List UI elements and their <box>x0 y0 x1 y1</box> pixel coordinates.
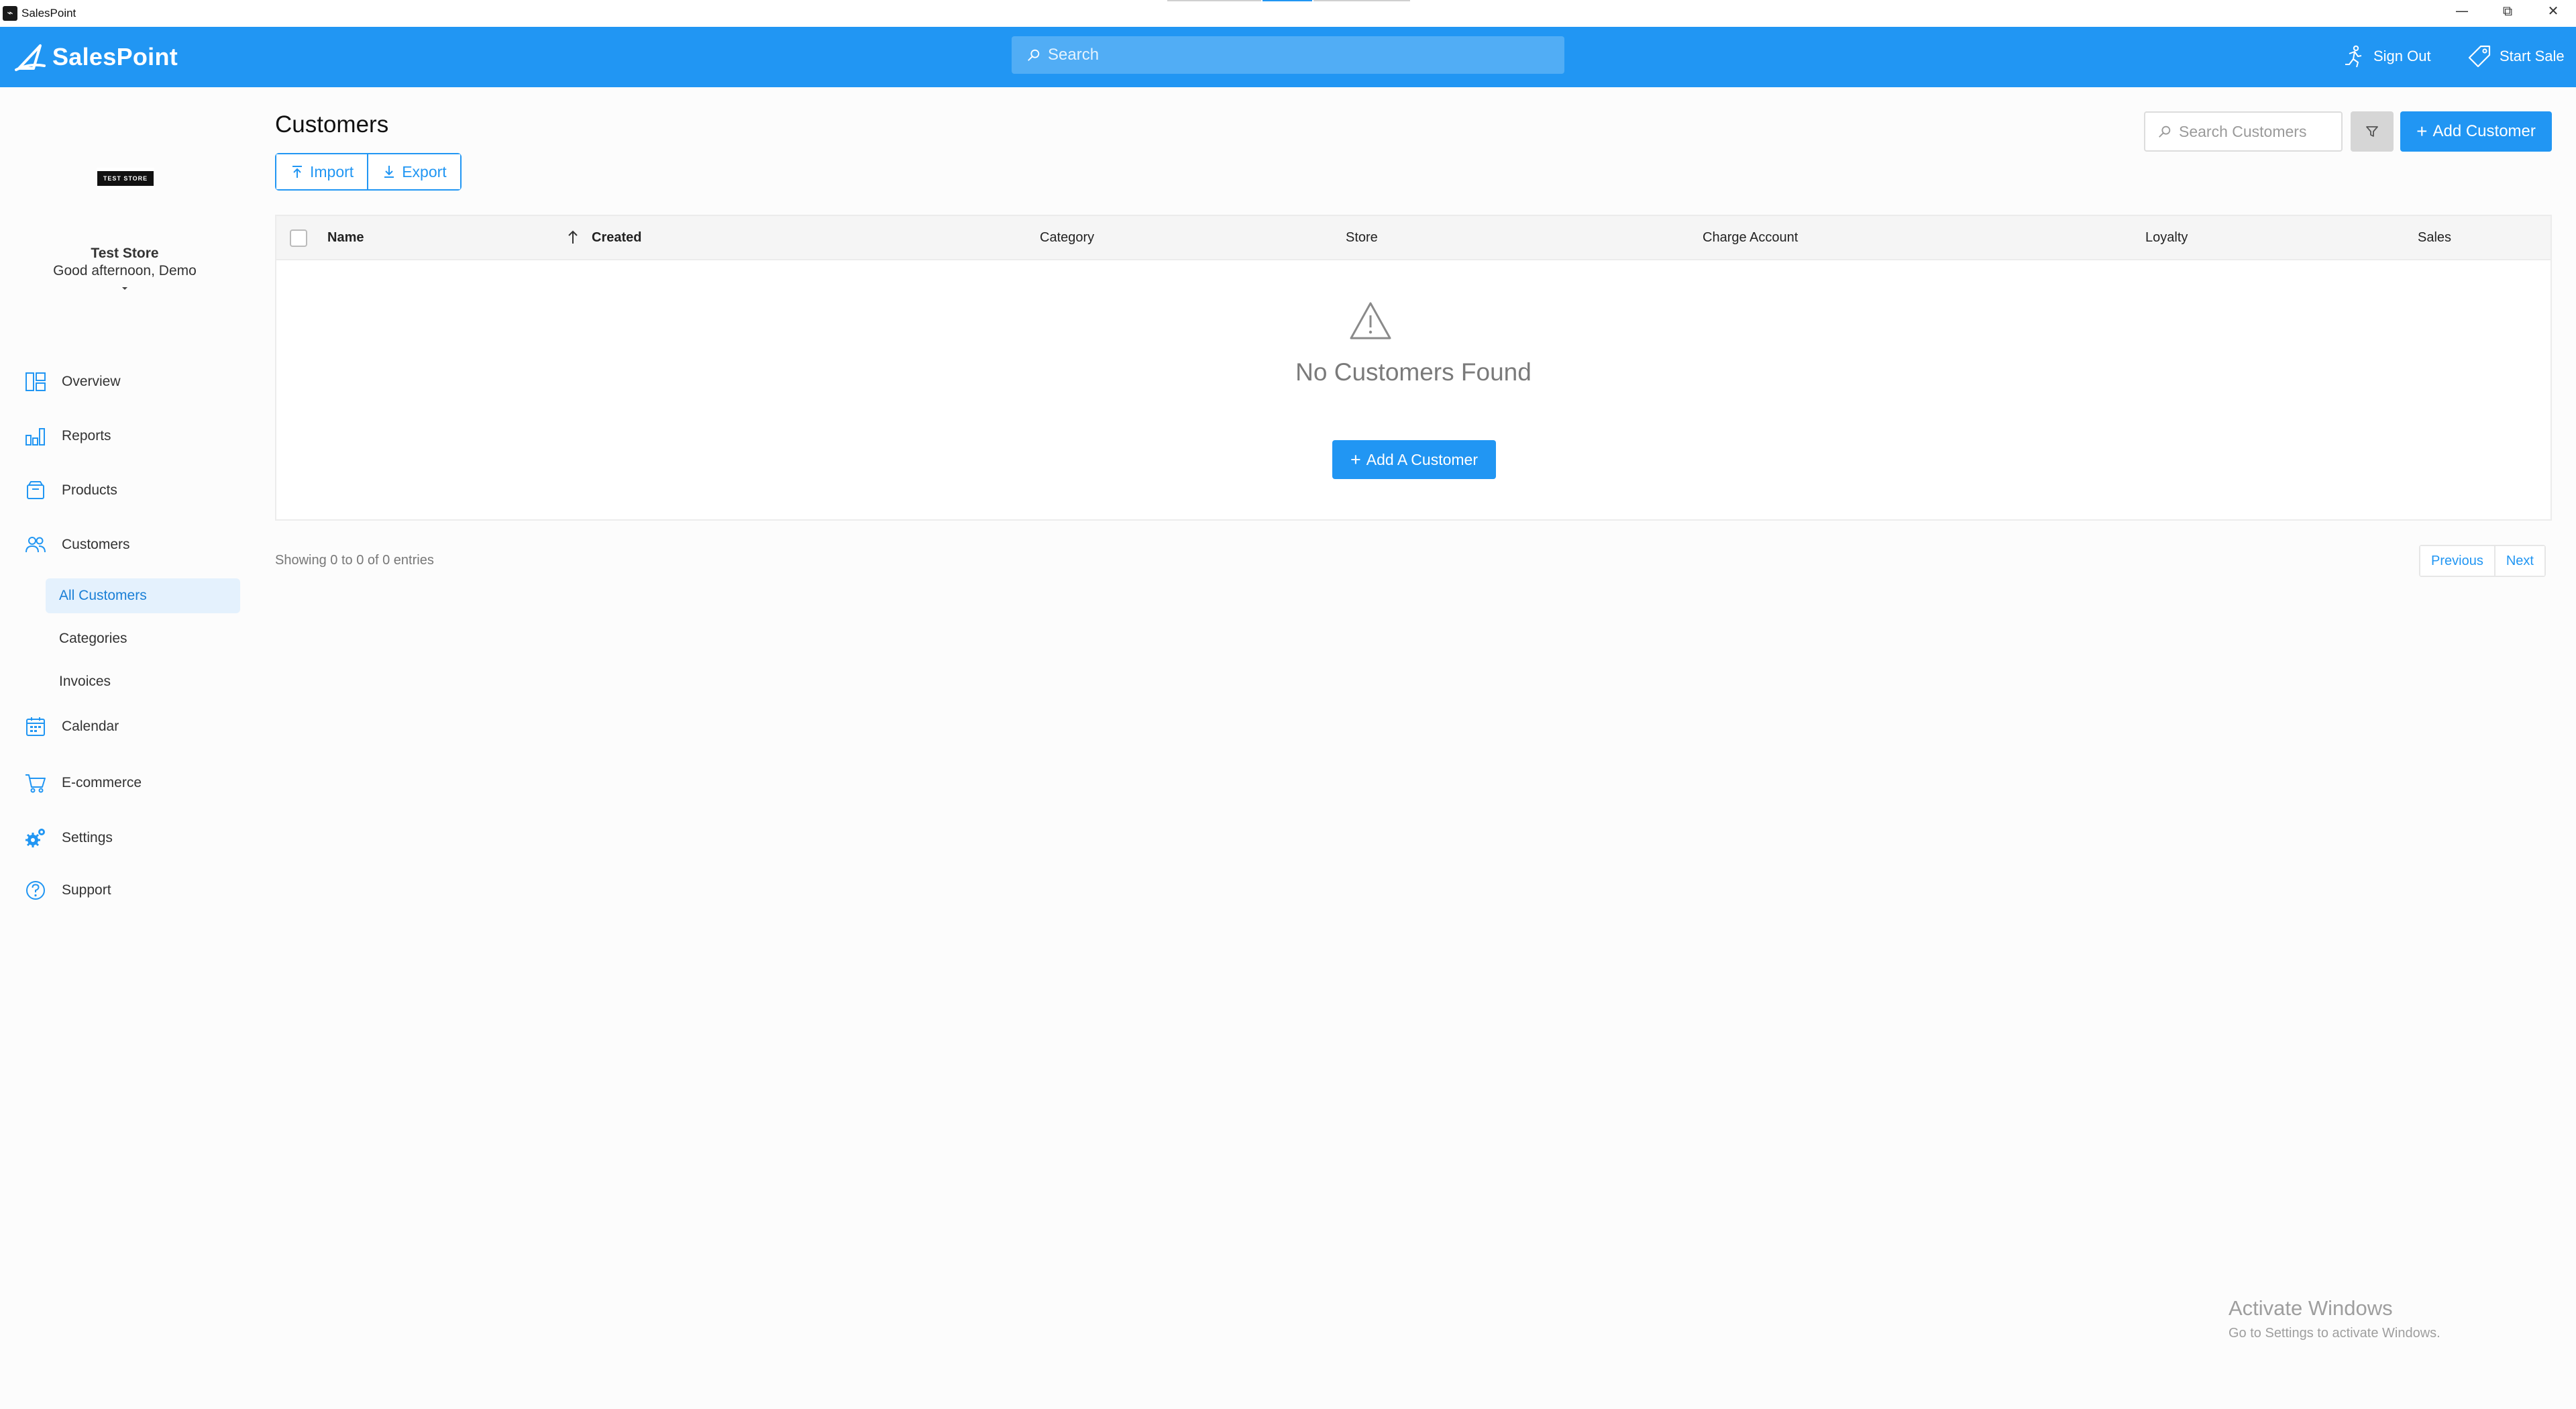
watermark-title: Activate Windows <box>2229 1296 2393 1320</box>
window-titlebar: ⌁ SalesPoint — ⧉ ✕ <box>0 0 2576 27</box>
add-customer-label: Add Customer <box>2432 122 2536 140</box>
sidebar-item-customers[interactable]: Customers <box>24 533 130 556</box>
empty-state-text: No Customers Found <box>1295 358 1532 386</box>
column-header-store[interactable]: Store <box>1346 216 1378 259</box>
sidebar-subitem-all-customers[interactable]: All Customers <box>46 578 240 613</box>
cart-icon <box>25 774 46 793</box>
sidebar-item-ecommerce[interactable]: E-commerce <box>24 772 142 794</box>
add-a-customer-button[interactable]: + Add A Customer <box>1332 440 1496 479</box>
window-tab-indicator[interactable] <box>1313 0 1410 1</box>
export-label: Export <box>402 162 447 180</box>
window-tab-indicator[interactable] <box>1167 0 1261 1</box>
brand-logo[interactable]: SalesPoint <box>13 39 178 75</box>
column-header-charge-account[interactable]: Charge Account <box>1703 216 1798 259</box>
window-controls: — ⧉ ✕ <box>2439 0 2576 21</box>
sign-out-label: Sign Out <box>2373 48 2431 64</box>
help-icon <box>26 881 45 900</box>
running-person-icon <box>2345 45 2362 68</box>
column-header-created[interactable]: Created <box>566 216 641 259</box>
page-title: Customers <box>275 111 389 138</box>
sidebar: TEST STORE Test Store Good afternoon, De… <box>0 87 255 1409</box>
warning-icon <box>1350 302 1391 340</box>
bar-chart-icon <box>25 428 45 446</box>
minimize-button[interactable]: — <box>2439 0 2485 21</box>
upload-icon <box>292 166 302 178</box>
close-button[interactable]: ✕ <box>2530 0 2576 21</box>
customer-search-input[interactable] <box>2178 121 2341 142</box>
next-page-button[interactable]: Next <box>2493 546 2544 576</box>
window-tab-indicator-active[interactable] <box>1263 0 1312 1</box>
store-logo-text: TEST STORE <box>97 171 154 186</box>
filter-button[interactable] <box>2351 111 2394 152</box>
sidebar-item-label: Support <box>62 882 111 898</box>
sidebar-item-label: Customers <box>62 537 130 552</box>
sidebar-subitem-invoices[interactable]: Invoices <box>46 664 240 699</box>
pagination: Previous Next <box>2419 545 2546 577</box>
export-button[interactable]: Export <box>367 154 460 189</box>
import-export-group: Import Export <box>275 153 462 191</box>
price-tag-icon <box>2468 45 2491 68</box>
sidebar-item-label: Reports <box>62 428 111 443</box>
sidebar-item-reports[interactable]: Reports <box>24 425 111 448</box>
search-icon <box>1028 49 1040 61</box>
sort-ascending-icon <box>568 230 578 244</box>
box-icon <box>27 481 44 499</box>
sidebar-item-overview[interactable]: Overview <box>24 370 121 393</box>
sidebar-item-settings[interactable]: Settings <box>24 827 113 849</box>
windows-activation-watermark: Activate Windows Go to Settings to activ… <box>2229 1296 2440 1341</box>
add-customer-button[interactable]: + Add Customer <box>2400 111 2552 152</box>
calendar-icon <box>26 717 45 736</box>
add-a-customer-label: Add A Customer <box>1366 450 1478 468</box>
sidebar-item-products[interactable]: Products <box>24 479 117 502</box>
gear-icon <box>25 829 45 847</box>
search-icon <box>2159 125 2171 138</box>
store-logo: TEST STORE <box>97 168 154 189</box>
column-header-loyalty[interactable]: Loyalty <box>2145 216 2188 259</box>
entries-info: Showing 0 to 0 of 0 entries <box>275 553 434 568</box>
download-icon <box>384 166 394 178</box>
start-sale-button[interactable]: Start Sale <box>2467 44 2565 68</box>
sidebar-item-label: Overview <box>62 374 121 389</box>
sidebar-item-label: Products <box>62 482 117 498</box>
global-search-input[interactable] <box>1046 45 1519 65</box>
sidebar-item-label: Settings <box>62 830 113 845</box>
global-search[interactable] <box>1012 36 1564 74</box>
select-all-checkbox[interactable] <box>290 229 307 247</box>
app-header: SalesPoint Sign Out Start Sale <box>0 27 2576 87</box>
salespoint-logo-icon <box>15 44 46 71</box>
sidebar-subitem-categories[interactable]: Categories <box>46 621 240 656</box>
sidebar-item-label: Calendar <box>62 719 119 734</box>
sidebar-item-calendar[interactable]: Calendar <box>24 715 119 738</box>
window-title: SalesPoint <box>21 7 76 19</box>
customer-search[interactable] <box>2144 111 2343 152</box>
column-header-category[interactable]: Category <box>1040 216 1094 259</box>
brand-name: SalesPoint <box>52 43 178 70</box>
store-name: Test Store <box>91 246 159 261</box>
import-button[interactable]: Import <box>276 154 368 189</box>
customers-table: Name Created Category Store Charge Accou… <box>275 215 2552 521</box>
watermark-subtitle: Go to Settings to activate Windows. <box>2229 1326 2440 1341</box>
greeting: Good afternoon, Demo <box>53 263 197 278</box>
users-icon <box>25 537 46 553</box>
salespoint-app-icon: ⌁ <box>3 6 17 21</box>
column-header-name[interactable]: Name <box>327 216 364 259</box>
table-header: Name Created Category Store Charge Accou… <box>276 216 2551 260</box>
column-header-created-label: Created <box>592 229 642 245</box>
overview-icon <box>25 372 46 391</box>
sidebar-item-support[interactable]: Support <box>24 879 111 902</box>
plus-icon: + <box>2416 121 2428 142</box>
start-sale-label: Start Sale <box>2500 48 2565 64</box>
filter-icon <box>2366 126 2378 137</box>
plus-icon: + <box>1350 449 1361 470</box>
import-label: Import <box>310 162 354 180</box>
restore-button[interactable]: ⧉ <box>2485 0 2530 21</box>
previous-page-button[interactable]: Previous <box>2420 546 2494 576</box>
column-header-sales[interactable]: Sales <box>2418 216 2451 259</box>
sidebar-item-label: E-commerce <box>62 775 142 790</box>
store-switcher-caret-icon[interactable] <box>118 282 131 295</box>
sign-out-button[interactable]: Sign Out <box>2341 44 2431 68</box>
